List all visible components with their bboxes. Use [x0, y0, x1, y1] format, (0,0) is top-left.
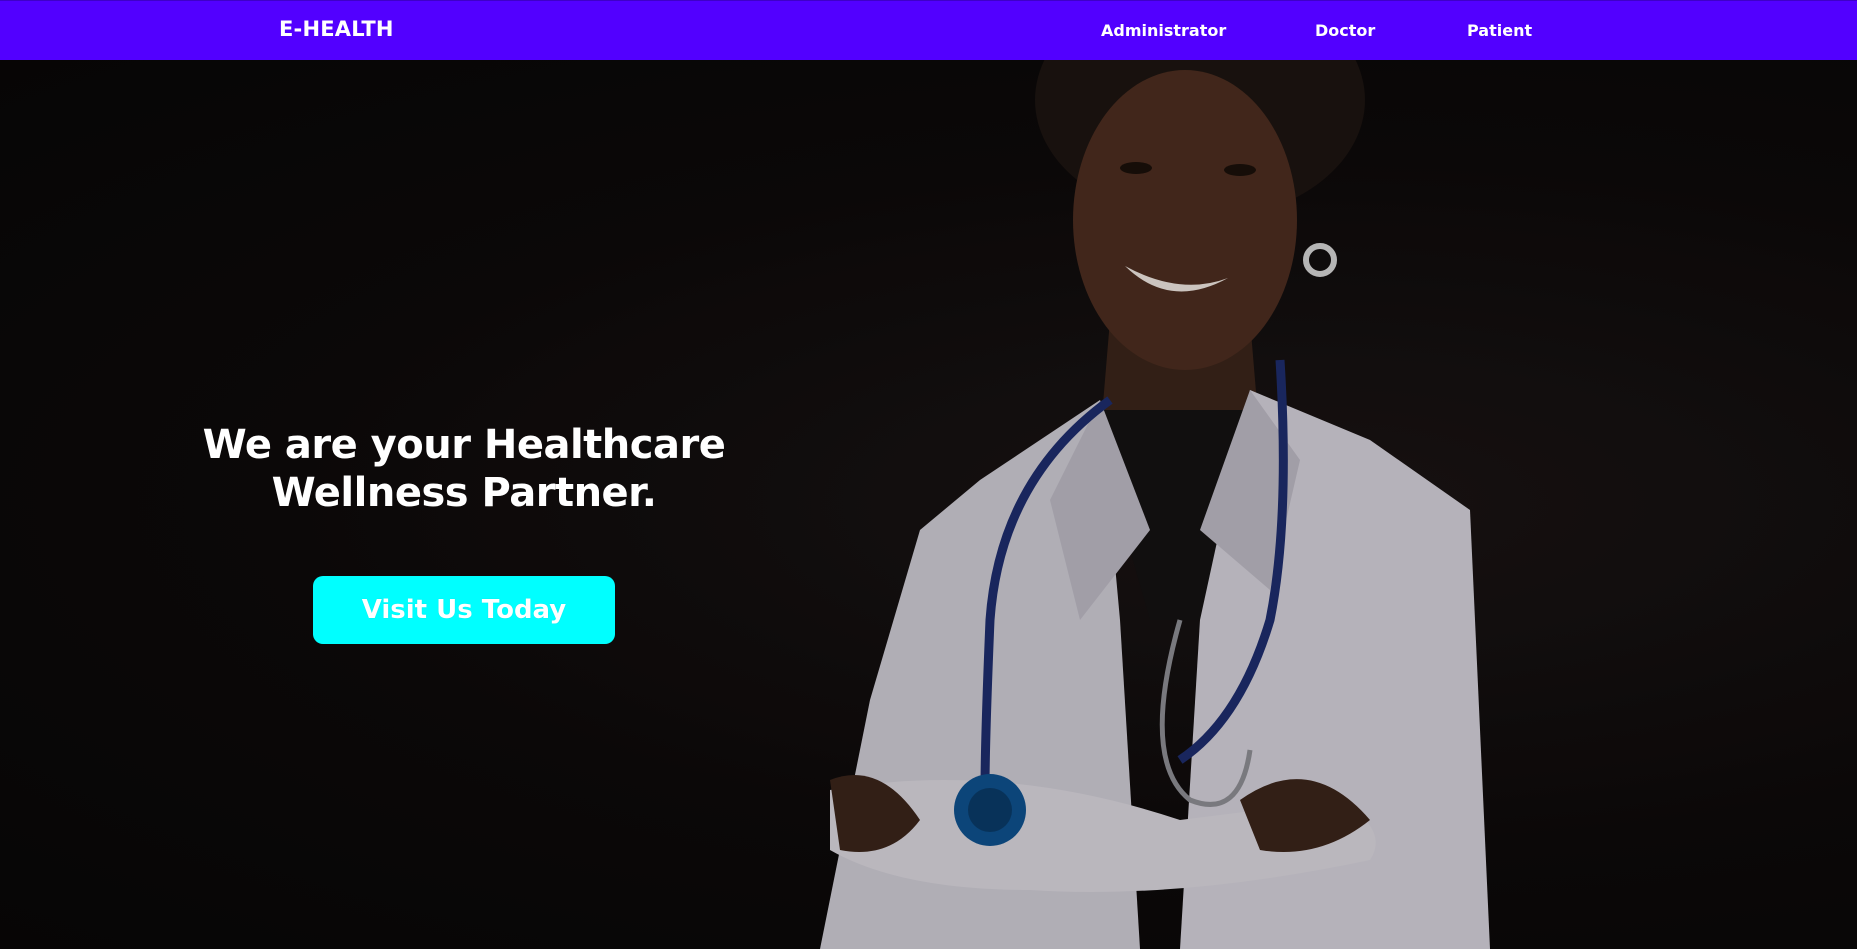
hero-section: We are your Healthcare Wellness Partner. — [0, 60, 1857, 949]
headline-line-2: Wellness Partner. — [271, 470, 657, 516]
visit-us-today-button[interactable]: Visit Us Today — [313, 576, 615, 644]
top-navbar: E-HEALTH Administrator Doctor Patient — [0, 0, 1857, 60]
nav-link-patient[interactable]: Patient — [1467, 21, 1532, 40]
headline-line-1: We are your Healthcare — [202, 422, 726, 468]
nav-link-doctor[interactable]: Doctor — [1315, 21, 1375, 40]
brand-logo[interactable]: E-HEALTH — [279, 17, 394, 41]
nav-link-administrator[interactable]: Administrator — [1101, 21, 1226, 40]
hero-headline: We are your Healthcare Wellness Partner. — [184, 421, 744, 517]
